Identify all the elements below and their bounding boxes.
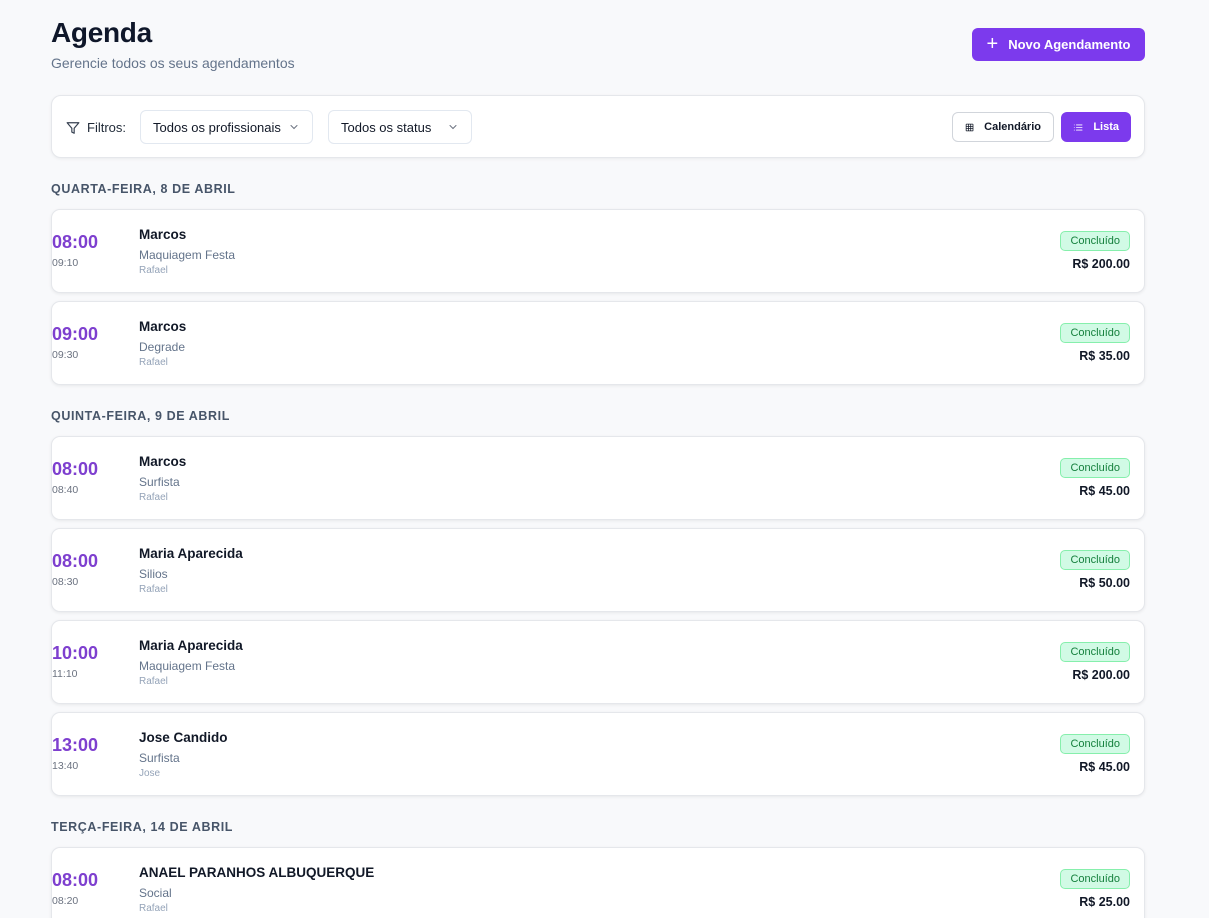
status-select-value: Todos os status [341,119,432,135]
end-time: 13:40 [52,760,79,772]
price: R$ 200.00 [1072,257,1130,271]
page-header: Agenda Gerencie todos os seus agendament… [51,0,1145,95]
agenda-page: Agenda Gerencie todos os seus agendament… [51,0,1145,918]
filter-bar: Filtros: Todos os profissionais Todos os… [51,95,1145,158]
appointment-card[interactable]: 08:00 09:10 Marcos Maquiagem Festa Rafae… [51,209,1145,293]
service-name: Maquiagem Festa [139,659,236,673]
grid-icon [965,123,974,131]
status-badge: Concluído [1060,642,1130,662]
day-heading: QUARTA-FEIRA, 8 DE ABRIL [51,182,236,196]
appointment-card[interactable]: 10:00 11:10 Maria Aparecida Maquiagem Fe… [51,620,1145,704]
professional-name: Rafael [139,492,168,503]
page-title: Agenda [51,17,152,48]
start-time: 09:00 [52,324,99,344]
status-badge: Concluído [1060,869,1130,889]
new-appointment-label: Novo Agendamento [1008,37,1131,52]
appointment-card[interactable]: 08:00 08:30 Maria Aparecida Silios Rafae… [51,528,1145,612]
service-name: Degrade [139,340,186,354]
filters-label: Filtros: [87,120,126,135]
professional-name: Rafael [139,584,168,595]
client-name: Jose Candido [139,730,228,745]
service-name: Surfista [139,751,180,765]
plus-icon: + [986,32,999,55]
end-time: 11:10 [52,668,78,680]
status-badge: Concluído [1060,550,1130,570]
end-time: 09:30 [52,349,79,361]
start-time: 08:00 [52,232,99,252]
end-time: 09:10 [52,257,79,269]
professional-name: Rafael [139,676,168,687]
end-time: 08:40 [52,484,79,496]
list-icon [1073,123,1083,131]
client-name: ANAEL PARANHOS ALBUQUERQUE [139,865,375,880]
price: R$ 35.00 [1079,349,1130,363]
price: R$ 200.00 [1072,668,1130,682]
client-name: Marcos [139,227,187,242]
list-view-label: Lista [1093,121,1119,133]
appointment-card[interactable]: 08:00 08:40 Marcos Surfista Rafael Concl… [51,436,1145,520]
price: R$ 45.00 [1079,484,1130,498]
client-name: Marcos [139,454,187,469]
list-view-button[interactable]: Lista [1061,112,1131,142]
filter-icon [66,121,80,134]
client-name: Maria Aparecida [139,546,243,561]
client-name: Marcos [139,319,187,334]
price: R$ 50.00 [1079,576,1130,590]
day-heading: TERÇA-FEIRA, 14 DE ABRIL [51,820,234,834]
start-time: 10:00 [52,643,99,663]
professional-name: Rafael [139,265,168,276]
calendar-view-button[interactable]: Calendário [952,112,1054,142]
new-appointment-button[interactable]: + Novo Agendamento [972,28,1145,61]
day-heading: QUINTA-FEIRA, 9 DE ABRIL [51,409,230,423]
page-subtitle: Gerencie todos os seus agendamentos [51,55,295,71]
professional-name: Rafael [139,903,168,914]
price: R$ 25.00 [1079,895,1130,909]
service-name: Silios [139,567,168,581]
status-select[interactable]: Todos os status [328,110,472,144]
status-badge: Concluído [1060,458,1130,478]
professional-select-value: Todos os profissionais [153,119,281,135]
filters-label-group: Filtros: [66,120,126,135]
calendar-view-label: Calendário [984,121,1041,133]
service-name: Maquiagem Festa [139,248,236,262]
end-time: 08:30 [52,576,79,588]
service-name: Surfista [139,475,180,489]
appointment-card[interactable]: 09:00 09:30 Marcos Degrade Rafael Conclu… [51,301,1145,385]
start-time: 13:00 [52,735,99,755]
status-badge: Concluído [1060,734,1130,754]
appointment-card[interactable]: 08:00 08:20 ANAEL PARANHOS ALBUQUERQUE S… [51,847,1145,918]
status-badge: Concluído [1060,323,1130,343]
price: R$ 45.00 [1079,760,1130,774]
start-time: 08:00 [52,551,99,571]
professional-name: Rafael [139,357,168,368]
chevron-down-icon [449,125,457,130]
chevron-down-icon [290,125,298,130]
professional-select[interactable]: Todos os profissionais [140,110,313,144]
start-time: 08:00 [52,459,99,479]
start-time: 08:00 [52,870,99,890]
appointment-card[interactable]: 13:00 13:40 Jose Candido Surfista Jose C… [51,712,1145,796]
end-time: 08:20 [52,895,79,907]
client-name: Maria Aparecida [139,638,243,653]
status-badge: Concluído [1060,231,1130,251]
professional-name: Jose [139,768,161,779]
service-name: Social [139,886,172,900]
